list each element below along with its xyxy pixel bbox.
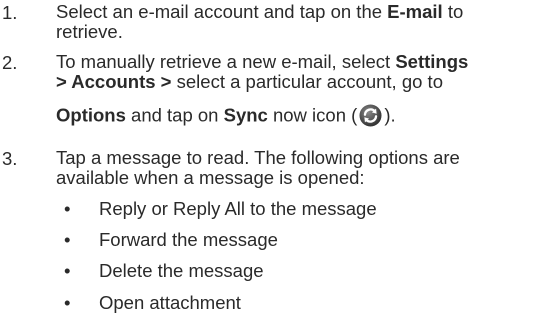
list-item-text: Delete the message (99, 260, 264, 281)
step-body: Select an e-mail account and tap on the … (56, 2, 534, 42)
settings-term: Settings (395, 51, 469, 72)
step-body: To manually retrieve a new e-mail, selec… (56, 52, 534, 129)
step-text: To manually retrieve a new e-mail, selec… (56, 51, 396, 72)
bullet-marker: • (64, 292, 71, 313)
step-text: and tap on (125, 104, 224, 126)
bullet-marker: • (64, 198, 71, 219)
email-term: E-mail (387, 1, 443, 22)
sync-term: Sync (223, 104, 268, 126)
step-line: Tap a message to read. The following opt… (56, 147, 460, 168)
step-number: 3. (2, 148, 18, 169)
step-body: Tap a message to read. The following opt… (56, 148, 534, 188)
step-line: Select an e-mail account and tap on the … (56, 2, 534, 22)
step-line: Options and tap on Sync now icon (). (56, 104, 534, 129)
step-line: To manually retrieve a new e-mail, selec… (56, 52, 534, 72)
step-line: > Accounts > select a particular account… (56, 72, 534, 92)
step-number: 1. (2, 2, 18, 23)
list-item-text: Open attachment (99, 292, 241, 313)
accounts-term: > Accounts > (56, 71, 172, 92)
step-text: now icon ( (267, 104, 358, 126)
step-text: to (442, 1, 464, 22)
step-line: retrieve. (56, 21, 123, 42)
step-number: 2. (2, 52, 18, 73)
bullet-marker: • (64, 229, 71, 250)
list-item-text: Forward the message (99, 229, 278, 250)
step-text: select a particular account, go to (171, 71, 443, 92)
sync-icon (359, 104, 382, 127)
bullet-marker: • (64, 260, 71, 281)
instruction-page: 1. Select an e-mail account and tap on t… (0, 0, 535, 320)
step-text: Select an e-mail account and tap on the (56, 1, 388, 22)
list-item-text: Reply or Reply All to the message (99, 198, 377, 219)
step-text: ). (384, 104, 396, 126)
step-line: available when a message is opened: (56, 167, 365, 188)
options-term: Options (56, 104, 126, 126)
